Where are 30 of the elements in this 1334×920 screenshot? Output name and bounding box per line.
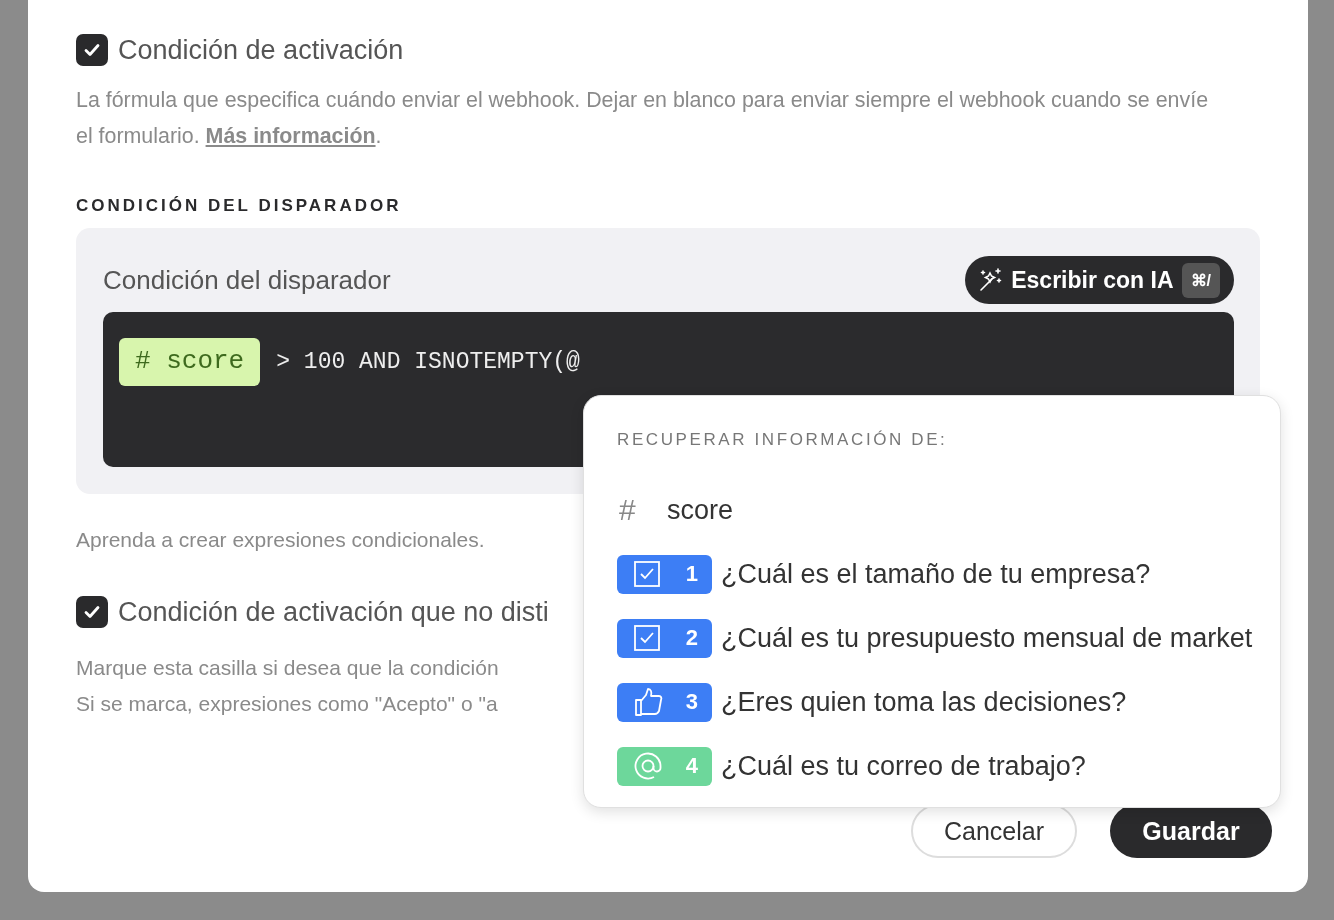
checkbox[interactable] (76, 34, 108, 66)
section-label: CONDICIÓN DEL DISPARADOR (76, 196, 403, 216)
menu-item[interactable]: 2 ¿Cuál es tu presupuesto mensual de market (617, 606, 1280, 670)
help-text: Aprenda a crear expresiones condicionales. (76, 528, 486, 552)
hash-icon: # (617, 493, 667, 527)
menu-item[interactable]: 4 ¿Cuál es tu correo de trabajo? (617, 734, 1280, 798)
ai-write-button[interactable]: Escribir con IA ⌘/ (965, 256, 1234, 304)
description: La fórmula que especifica cuándo enviar el webhook. Dejar en blanco para enviar siempre el webhook cuando se envíe el formulario. Más información. (76, 87, 1210, 150)
code-text: > 100 AND ISNOTEMPTY(@ (276, 349, 580, 375)
menu-heading: RECUPERAR INFORMACIÓN DE: (617, 430, 949, 450)
field-label: Condición del disparador (103, 264, 391, 296)
variable-token: # score (119, 338, 261, 386)
description-line: Marque esta casilla si desea que la condición (76, 655, 499, 681)
question-type-badge: 4 (617, 746, 712, 786)
shortcut-key: ⌘/ (1181, 262, 1220, 298)
question-type-badge: 2 (617, 618, 712, 658)
description-line: Si se marca, expresiones como "Acepto" o "a (76, 691, 498, 717)
question-type-badge: 3 (617, 682, 712, 722)
menu-item[interactable]: # score (617, 478, 1280, 542)
checkbox-label: Condición de activación que no disti (118, 596, 549, 628)
question-type-badge: 1 (617, 554, 712, 594)
magic-wand-icon (977, 267, 1004, 293)
thumbs-up-icon (633, 687, 663, 717)
checkbox-icon (633, 560, 661, 588)
at-sign-icon (633, 751, 663, 781)
checkbox[interactable] (76, 596, 108, 628)
menu-item[interactable]: 1 ¿Cuál es el tamaño de tu empresa? (617, 542, 1280, 606)
checkbox-icon (633, 624, 661, 652)
checkbox-label: Condición de activación (118, 34, 404, 66)
menu-item[interactable]: 3 ¿Eres quien toma las decisiones? (617, 670, 1280, 734)
